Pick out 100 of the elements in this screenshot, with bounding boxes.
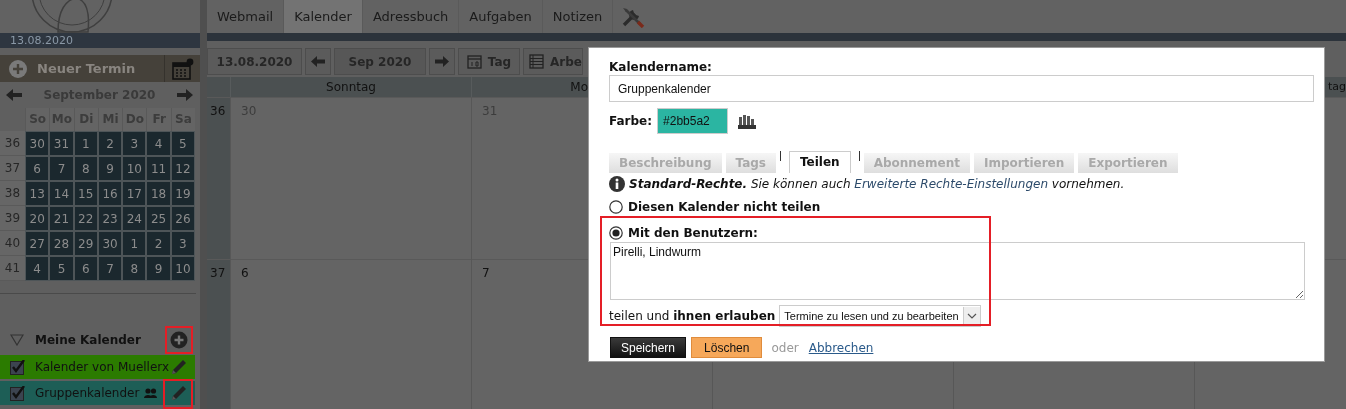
week-number: 39 (0, 206, 25, 231)
calendar-name: Gruppenkalender (35, 386, 140, 400)
day-cell[interactable]: 21 (49, 206, 74, 231)
week-number: 37 (207, 259, 230, 409)
cancel-link[interactable]: Abbrechen (808, 340, 874, 355)
option-label: Mit den Benutzern: (628, 226, 758, 240)
day-cell[interactable]: 1 (73, 131, 98, 156)
save-button[interactable]: Speichern (610, 337, 687, 358)
arrow-right-icon (434, 55, 450, 68)
field-label: Kalendername: (609, 60, 712, 74)
pencil-icon[interactable] (170, 358, 188, 376)
day-cell[interactable]: 3 (122, 131, 147, 156)
day-cell[interactable]: 24 (122, 206, 147, 231)
day-cell[interactable]: 16 (97, 181, 123, 206)
settings-link[interactable]: Erweiterte Rechte-Einstellungen (854, 177, 1048, 191)
day-cell[interactable]: 4 (25, 256, 50, 281)
day-cell[interactable]: 3 (170, 231, 196, 256)
week-number: 38 (0, 181, 25, 206)
caret-icon (966, 313, 977, 319)
section-title: Meine Kalender (35, 333, 142, 347)
week-number: 36 (0, 131, 25, 156)
day-cell[interactable]: 22 (73, 206, 98, 231)
day-cell[interactable]: 7 (97, 256, 123, 281)
collapse-triangle-icon[interactable] (10, 334, 24, 346)
date-label: 13.08.2020 (0, 33, 200, 48)
week-number: 36 (207, 97, 230, 259)
arrow-left-icon[interactable] (5, 88, 23, 102)
day-cell[interactable]: 12 (170, 156, 196, 181)
day-number: 6 (241, 266, 249, 280)
info-text: Standard-Rechte. Sie können auch Erweiterte Rechte-Einstellungen vornehmen. (629, 177, 1125, 191)
day-cell[interactable]: 30 (25, 131, 50, 156)
day-cell[interactable]: 9 (146, 256, 171, 281)
calendar-add-icon[interactable] (172, 57, 194, 80)
day-cell[interactable]: 6 (73, 256, 98, 281)
arrow-right-icon[interactable] (176, 88, 194, 102)
day-cell[interactable]: 4 (146, 131, 171, 156)
color-field[interactable]: #2bb5a2 (657, 108, 729, 134)
week-column-header (207, 77, 230, 97)
day-cell[interactable]: 11 (146, 156, 171, 181)
field-label: Farbe: (609, 114, 653, 128)
nav-tab[interactable]: Kalender (284, 0, 363, 33)
day-cell[interactable]: 8 (122, 256, 147, 281)
day-cell[interactable]: 30 (97, 231, 123, 256)
day-number: 7 (482, 266, 490, 280)
day-cell[interactable]: 20 (25, 206, 50, 231)
next-button[interactable] (429, 48, 455, 75)
day-cell[interactable]: 10 (122, 156, 147, 181)
or-label: oder (771, 340, 799, 355)
day-calendar-icon (466, 54, 482, 69)
day-cell[interactable]: 6 (230, 259, 471, 409)
day-cell[interactable]: 7 (49, 156, 74, 181)
day-cell[interactable]: 17 (122, 181, 147, 206)
tools-icon[interactable] (621, 5, 646, 28)
day-cell[interactable]: 15 (73, 181, 98, 206)
permission-select[interactable]: Termine zu lesen und zu bearbeiten (779, 305, 981, 327)
week-number: 40 (0, 231, 25, 256)
day-cell[interactable]: 14 (49, 181, 74, 206)
calendar-item[interactable]: Kalender von Muellerx (0, 355, 195, 379)
day-cell[interactable]: 1 (122, 231, 147, 256)
radio-button[interactable] (609, 200, 623, 214)
day-cell[interactable]: 6 (25, 156, 50, 181)
day-cell[interactable]: 19 (170, 181, 196, 206)
permission-label: teilen und ihnen erlauben (609, 309, 776, 323)
day-cell[interactable]: 23 (97, 206, 123, 231)
plus-icon (9, 59, 27, 78)
day-cell[interactable]: 10 (170, 256, 196, 281)
selected-radio-button[interactable] (609, 226, 623, 240)
option-label: Diesen Kalender nicht teilen (628, 200, 821, 214)
day-cell[interactable]: 28 (49, 231, 74, 256)
day-cell[interactable]: 2 (146, 231, 171, 256)
day-cell[interactable]: 5 (49, 256, 74, 281)
day-header: Sonntag (230, 77, 471, 97)
day-cell[interactable]: 26 (170, 206, 196, 231)
week-number: 37 (0, 156, 25, 181)
new-event-button[interactable]: Neuer Termin (0, 59, 164, 78)
checked-checkbox[interactable] (10, 359, 25, 375)
info-icon (609, 176, 625, 192)
delete-button[interactable]: Löschen (691, 337, 763, 358)
users-field[interactable]: Pirelli, Lindwurm (610, 242, 1305, 300)
day-cell[interactable]: 2 (97, 131, 123, 156)
list-icon (529, 54, 544, 69)
day-cell[interactable]: 9 (97, 156, 123, 181)
day-cell[interactable]: 8 (73, 156, 98, 181)
arrow-left-icon (310, 55, 326, 68)
week-number: 41 (0, 256, 25, 281)
tab[interactable]: Teilen (789, 151, 851, 173)
day-cell[interactable]: 18 (146, 181, 171, 206)
day-cell[interactable]: 27 (25, 231, 50, 256)
pencil-icon[interactable] (170, 384, 188, 402)
palette-icon[interactable] (737, 113, 758, 129)
day-cell[interactable]: 5 (170, 131, 196, 156)
add-icon[interactable] (170, 331, 188, 349)
calendar-name: Kalender von Muellerx (35, 360, 170, 374)
day-cell[interactable]: 31 (49, 131, 74, 156)
checked-checkbox[interactable] (10, 385, 25, 401)
day-cell[interactable]: 29 (73, 231, 98, 256)
previous-button[interactable] (305, 48, 331, 75)
name-field[interactable]: Gruppenkalender (609, 75, 1314, 102)
day-cell[interactable]: 13 (25, 181, 50, 206)
day-cell[interactable]: 25 (146, 206, 171, 231)
